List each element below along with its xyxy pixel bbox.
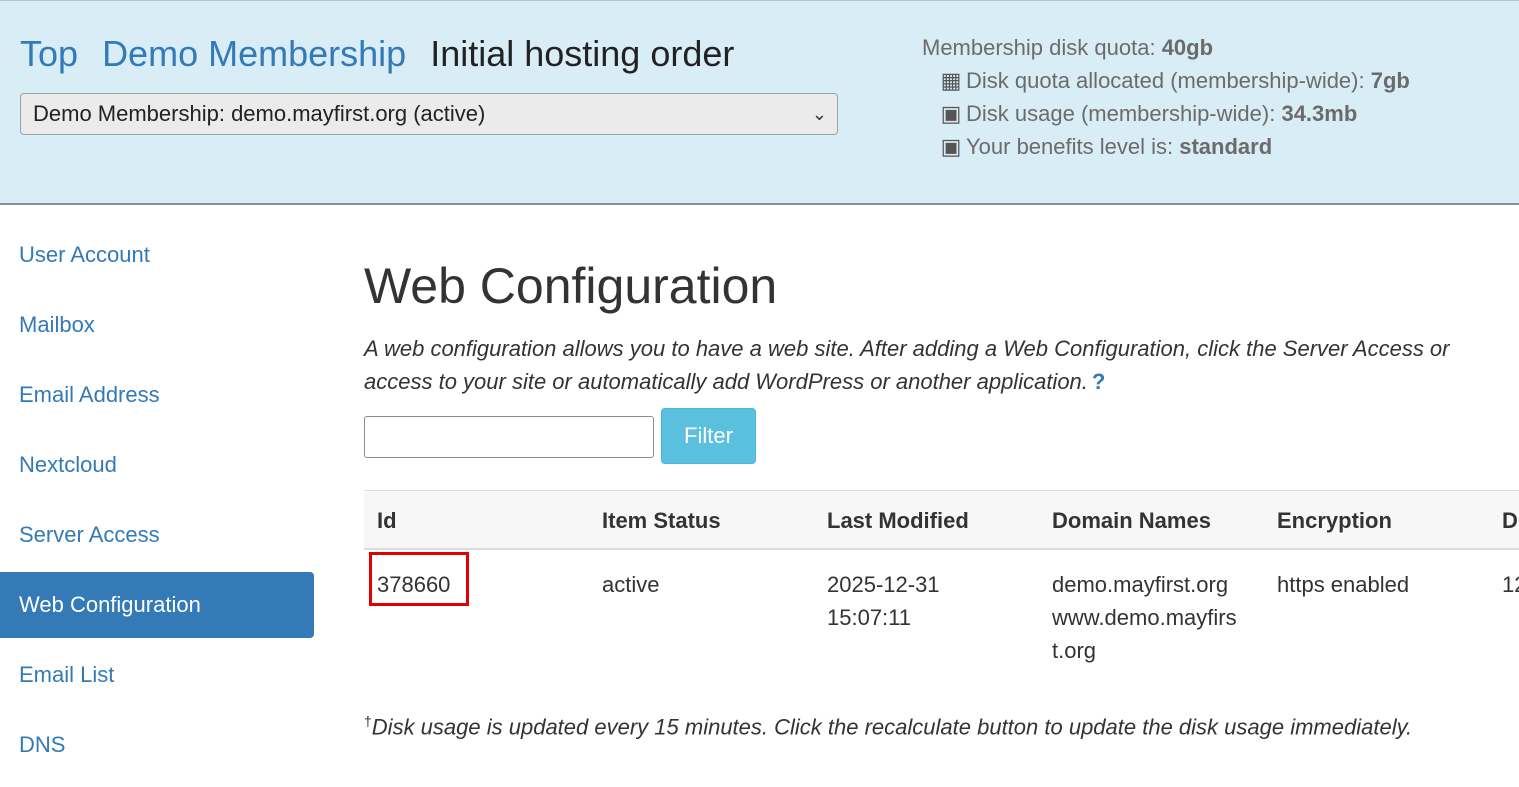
disk-usage-footnote: †Disk usage is updated every 15 minutes.… <box>364 713 1412 740</box>
row-extra-cell: 12 <box>1502 572 1519 597</box>
breadcrumb-current: Initial hosting order <box>430 33 735 74</box>
usage-value: 34.3mb <box>1281 101 1358 126</box>
row-modified-time: 15:07:11 <box>827 605 912 630</box>
table-header: Id Item Status Last Modified Domain Name… <box>364 490 1519 550</box>
disk-quota-label: Membership disk quota: <box>922 35 1156 60</box>
sidebar-item-user-account[interactable]: User Account <box>0 222 314 288</box>
disk-quota-value: 40gb <box>1161 35 1214 60</box>
sidebar-item-dns[interactable]: DNS <box>0 712 314 778</box>
column-header-extra[interactable]: D <box>1502 491 1518 551</box>
usage-label: Disk usage (membership-wide): <box>966 101 1276 126</box>
description-line-2: access to your site or automatically add… <box>364 369 1088 394</box>
usage-line: ▣ Disk usage (membership-wide): 34.3mb <box>922 97 1410 130</box>
sidebar-item-email-address[interactable]: Email Address <box>0 362 314 428</box>
footnote-mark: † <box>364 713 372 729</box>
table-row: 378660 active 2025-12-31 15:07:11 demo.m… <box>364 550 1519 680</box>
column-header-id[interactable]: Id <box>377 491 397 551</box>
row-domain-2-part-2: t.org <box>1052 638 1097 663</box>
help-link[interactable]: ? <box>1092 369 1105 394</box>
table-icon: ▦ <box>940 68 962 93</box>
web-config-table: Id Item Status Last Modified Domain Name… <box>364 490 1519 680</box>
filter-button[interactable]: Filter <box>661 408 756 464</box>
chevron-down-icon: ⌄ <box>811 104 827 124</box>
disk-quota-line: Membership disk quota: 40gb <box>922 31 1410 64</box>
description-line-1: A web configuration allows you to have a… <box>364 336 1450 361</box>
sidebar-item-web-configuration[interactable]: Web Configuration <box>0 572 314 638</box>
benefits-line: ▣ Your benefits level is: standard <box>922 130 1410 163</box>
sidebar-item-mailbox[interactable]: Mailbox <box>0 292 314 358</box>
column-header-last-modified[interactable]: Last Modified <box>827 491 969 551</box>
breadcrumb-membership-link[interactable]: Demo Membership <box>102 33 406 74</box>
main-content: Web Configuration A web configuration al… <box>364 250 1519 739</box>
sidebar-nav: User Account Mailbox Email Address Nextc… <box>0 222 314 782</box>
membership-select-value: Demo Membership: demo.mayfirst.org (acti… <box>33 101 486 126</box>
hard-drive-icon: ▣ <box>940 101 962 126</box>
row-status-cell: active <box>602 572 660 597</box>
allocated-line: ▦ Disk quota allocated (membership-wide):… <box>922 64 1410 97</box>
page-description: A web configuration allows you to have a… <box>364 332 1519 398</box>
column-header-domain-names[interactable]: Domain Names <box>1052 491 1211 551</box>
row-domain-2-part-1: www.demo.mayfirs <box>1052 605 1237 630</box>
sidebar-item-nextcloud[interactable]: Nextcloud <box>0 432 314 498</box>
row-modified-date: 2025-12-31 <box>827 572 940 597</box>
row-domain-1: demo.mayfirst.org <box>1052 572 1229 597</box>
benefits-label: Your benefits level is: <box>966 134 1174 159</box>
row-domains-cell: demo.mayfirst.org www.demo.mayfirs t.org <box>1052 568 1237 667</box>
breadcrumb-top-link[interactable]: Top <box>20 33 78 74</box>
page-title: Web Configuration <box>364 258 778 314</box>
breadcrumb: Top Demo Membership Initial hosting orde… <box>20 33 734 75</box>
sidebar-item-email-list[interactable]: Email List <box>0 642 314 708</box>
quota-info: Membership disk quota: 40gb ▦ Disk quota … <box>922 31 1410 163</box>
row-encryption-cell: https enabled <box>1277 572 1410 597</box>
gift-icon: ▣ <box>940 134 962 159</box>
row-id-cell[interactable]: 378660 <box>377 568 450 601</box>
column-header-item-status[interactable]: Item Status <box>602 491 721 551</box>
footnote-text: Disk usage is updated every 15 minutes. … <box>371 714 1413 740</box>
benefits-value: standard <box>1179 134 1273 159</box>
row-modified-cell: 2025-12-31 15:07:11 <box>827 568 940 634</box>
allocated-value: 7gb <box>1370 68 1410 93</box>
sidebar-item-server-access[interactable]: Server Access <box>0 502 314 568</box>
allocated-label: Disk quota allocated (membership-wide): <box>966 68 1365 93</box>
column-header-encryption[interactable]: Encryption <box>1277 491 1392 551</box>
membership-select[interactable]: Demo Membership: demo.mayfirst.org (acti… <box>20 93 838 135</box>
membership-header: Top Demo Membership Initial hosting orde… <box>0 0 1519 205</box>
filter-input[interactable] <box>364 416 654 458</box>
